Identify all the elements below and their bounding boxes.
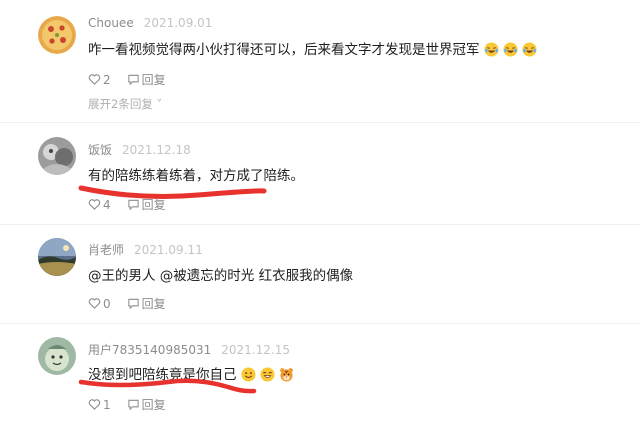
like-count: 0 [103, 296, 111, 311]
heart-outline-icon [88, 199, 101, 210]
avatar[interactable] [38, 238, 76, 276]
laughing-tears-emoji-icon [502, 42, 518, 57]
comment-actions: 2 回复 [88, 71, 166, 88]
reply-button[interactable]: 回复 [127, 396, 166, 413]
reply-button[interactable]: 回复 [127, 196, 166, 213]
speech-bubble-icon [127, 399, 139, 411]
divider [0, 122, 640, 123]
avatar[interactable] [38, 16, 76, 54]
comment-date: 2021.12.18 [122, 143, 191, 157]
comment-body: 没想到吧陪练竟是你自己 [88, 367, 237, 383]
heart-outline-icon [88, 74, 101, 85]
comment-date: 2021.09.11 [134, 243, 203, 257]
grinning-emoji-icon [240, 367, 256, 382]
heart-outline-icon [88, 399, 101, 410]
comment-actions: 0 回复 [88, 295, 166, 312]
reply-label: 回复 [141, 198, 166, 212]
author-name[interactable]: Chouee [88, 16, 134, 30]
like-button[interactable]: 2 [88, 73, 111, 87]
comment-meta: 肖老师 2021.09.11 [88, 241, 203, 258]
author-name[interactable]: 饭饭 [88, 143, 112, 157]
reply-label: 回复 [141, 398, 166, 412]
cartoon-avatar-icon [38, 337, 76, 375]
photo-avatar-icon [38, 137, 76, 175]
laughing-tears-emoji-icon [521, 42, 537, 57]
like-count: 2 [103, 72, 111, 87]
laughing-tears-emoji-icon [483, 42, 499, 57]
comment-date: 2021.09.01 [143, 16, 213, 30]
comment-meta: Chouee 2021.09.01 [88, 16, 212, 30]
like-count: 4 [103, 197, 111, 212]
reply-button[interactable]: 回复 [127, 295, 166, 312]
pizza-avatar-icon [38, 16, 76, 54]
like-button[interactable]: 4 [88, 198, 111, 212]
reply-label: 回复 [141, 73, 166, 87]
speech-bubble-icon [127, 74, 139, 86]
author-name[interactable]: 用户7835140985031 [88, 343, 211, 357]
comment-actions: 1 回复 [88, 396, 166, 413]
comment-text: 咋一看视频觉得两小伙打得还可以，后来看文字才发现是世界冠军 [88, 38, 537, 58]
comment-text: 有的陪练练着练着，对方成了陪练。 [88, 164, 304, 184]
comment-date: 2021.12.15 [221, 343, 290, 357]
reply-button[interactable]: 回复 [127, 71, 166, 88]
speech-bubble-icon [127, 199, 139, 211]
like-button[interactable]: 0 [88, 297, 111, 311]
landscape-avatar-icon [38, 238, 76, 276]
comment-body: @王的男人 @被遗忘的时光 红衣服我的偶像 [88, 268, 354, 284]
grinning-emoji-icon [259, 367, 275, 382]
divider [0, 323, 640, 324]
expand-replies-link[interactable]: 展开2条回复 ˅ [88, 96, 162, 112]
divider [0, 224, 640, 225]
comment-body: 咋一看视频觉得两小伙打得还可以，后来看文字才发现是世界冠军 [88, 42, 480, 58]
comment-actions: 4 回复 [88, 196, 166, 213]
avatar[interactable] [38, 137, 76, 175]
comment-meta: 用户7835140985031 2021.12.15 [88, 341, 290, 358]
comment-text: @王的男人 @被遗忘的时光 红衣服我的偶像 [88, 264, 353, 284]
heart-outline-icon [88, 298, 101, 309]
like-button[interactable]: 1 [88, 398, 111, 412]
reply-label: 回复 [141, 297, 166, 311]
comment-meta: 饭饭 2021.12.18 [88, 141, 191, 158]
speech-bubble-icon [127, 298, 139, 310]
tiger-face-emoji-icon [279, 367, 294, 382]
comment-body: 有的陪练练着练着，对方成了陪练。 [88, 168, 304, 184]
like-count: 1 [103, 397, 111, 412]
avatar[interactable] [38, 337, 76, 375]
author-name[interactable]: 肖老师 [88, 243, 124, 257]
comment-text: 没想到吧陪练竟是你自己 [88, 363, 294, 383]
